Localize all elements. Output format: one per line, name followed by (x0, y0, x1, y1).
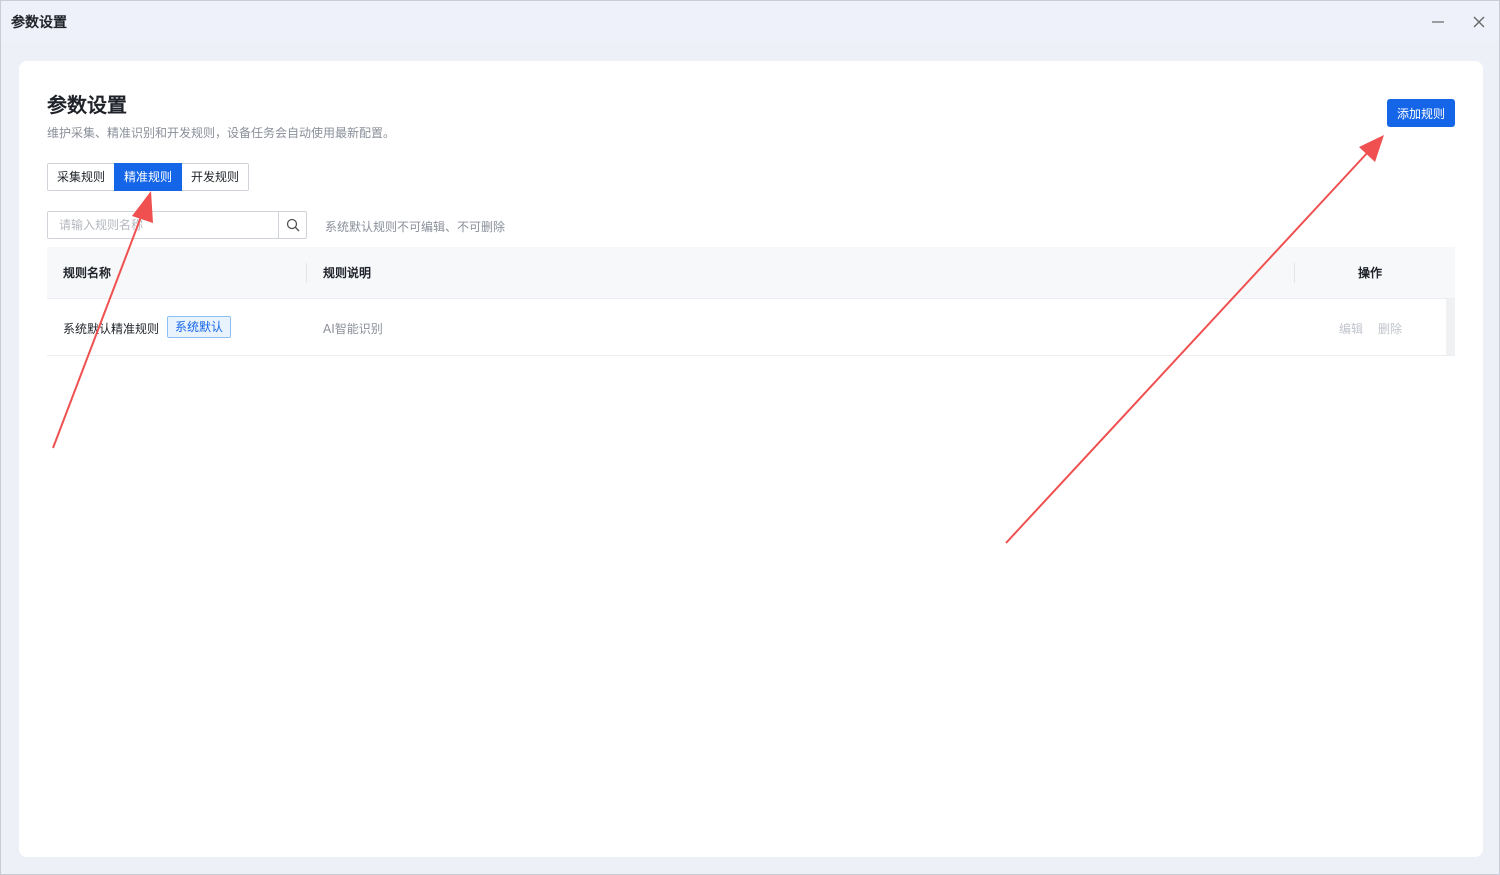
window-title: 参数设置 (11, 15, 67, 31)
page-subtitle: 维护采集、精准识别和开发规则，设备任务会自动使用最新配置。 (47, 126, 396, 140)
edit-button[interactable]: 编辑 (1339, 320, 1363, 337)
system-default-badge: 系统默认 (167, 316, 232, 338)
tab-precise-rules[interactable]: 精准规则 (114, 163, 183, 191)
rule-description: AI智能识别 (323, 322, 383, 336)
app-window: 参数设置 参数设置 维护采集、精准识别和开发规则，设备任务会自动使用最新配置。 … (0, 0, 1500, 875)
column-divider (306, 263, 307, 283)
column-divider (1294, 263, 1295, 283)
settings-panel: 参数设置 维护采集、精准识别和开发规则，设备任务会自动使用最新配置。 添加规则 … (19, 61, 1483, 857)
close-icon (1473, 16, 1485, 28)
table-row: 系统默认精准规则 系统默认 AI智能识别 编辑 删除 (47, 299, 1455, 356)
table-header: 规则名称 规则说明 操作 (47, 247, 1455, 299)
minimize-button[interactable] (1423, 7, 1453, 37)
rule-tabs: 采集规则 精准规则 开发规则 (47, 163, 250, 191)
close-button[interactable] (1464, 7, 1494, 37)
tab-collect-rules[interactable]: 采集规则 (47, 163, 116, 191)
search-box (47, 211, 307, 239)
search-input[interactable] (48, 212, 278, 238)
delete-button[interactable]: 删除 (1378, 320, 1402, 337)
page-title: 参数设置 (47, 93, 127, 117)
minimize-icon (1432, 21, 1444, 23)
title-bar: 参数设置 (1, 1, 1499, 43)
column-header-actions: 操作 (1358, 266, 1383, 280)
table-scrollbar[interactable] (1446, 299, 1455, 355)
tab-dev-rules[interactable]: 开发规则 (181, 163, 250, 191)
search-hint: 系统默认规则不可编辑、不可删除 (325, 220, 506, 234)
search-button[interactable] (278, 212, 306, 238)
column-header-description: 规则说明 (323, 266, 372, 280)
search-icon (286, 218, 299, 232)
rules-table: 规则名称 规则说明 操作 系统默认精准规则 系统默认 AI智能识别 编辑 删除 (47, 247, 1455, 356)
rule-name: 系统默认精准规则 (63, 322, 160, 336)
column-header-name: 规则名称 (63, 266, 112, 280)
add-rule-button[interactable]: 添加规则 (1387, 99, 1455, 127)
